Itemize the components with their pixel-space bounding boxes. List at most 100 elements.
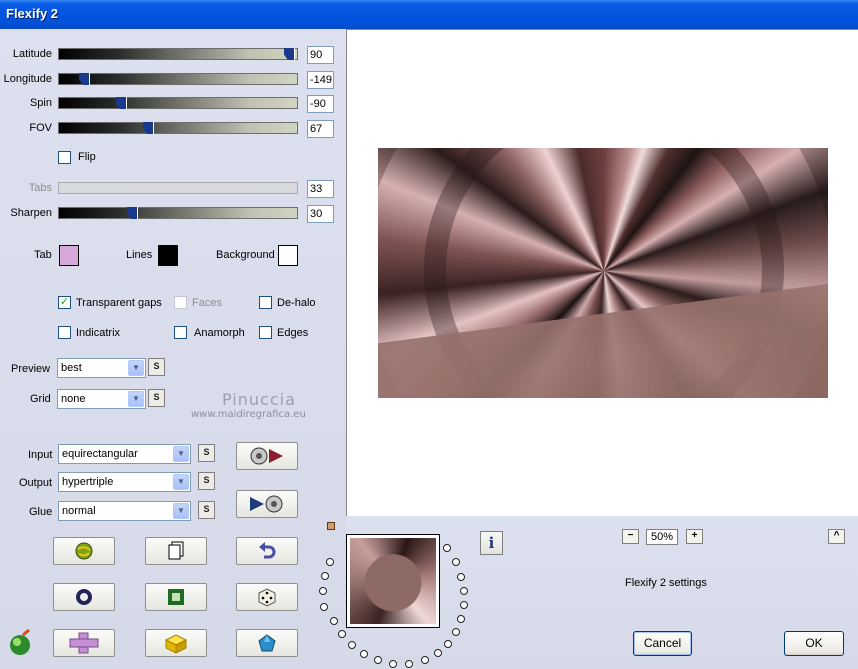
- glue-select-value: normal: [62, 505, 96, 517]
- scroll-up-button[interactable]: ^: [828, 529, 845, 544]
- chevron-down-icon[interactable]: ▼: [128, 391, 144, 407]
- input-convert-button[interactable]: [236, 442, 298, 470]
- latitude-label: Latitude: [12, 48, 52, 60]
- tabs-slider[interactable]: [58, 182, 298, 194]
- longitude-slider[interactable]: [58, 73, 298, 85]
- logo-icon: [10, 628, 30, 655]
- fov-label: FOV: [29, 122, 52, 134]
- copy-button[interactable]: [145, 537, 207, 565]
- fov-slider[interactable]: [58, 122, 298, 134]
- fov-value[interactable]: 67: [307, 120, 334, 138]
- window-title: Flexify 2: [6, 6, 59, 21]
- input-select-value: equirectangular: [62, 448, 138, 460]
- de-halo-checkbox[interactable]: [259, 296, 272, 309]
- flip-checkbox[interactable]: [58, 151, 71, 164]
- tabs-label: Tabs: [28, 182, 52, 194]
- cube-button[interactable]: [145, 629, 207, 657]
- title-bar: Flexify 2: [0, 0, 858, 29]
- spin-value[interactable]: -90: [307, 95, 334, 113]
- lines-color-label: Lines: [126, 249, 153, 261]
- anamorph-checkbox[interactable]: [174, 326, 187, 339]
- cross-icon: [69, 632, 99, 654]
- chevron-down-icon[interactable]: ▼: [173, 446, 189, 462]
- tab-color-label: Tab: [34, 249, 52, 261]
- input-s-button[interactable]: S: [198, 444, 215, 462]
- preview-select-value: best: [61, 362, 82, 374]
- chevron-down-icon[interactable]: ▼: [173, 503, 189, 519]
- tab-color-swatch[interactable]: [59, 245, 79, 266]
- output-s-button[interactable]: S: [198, 472, 215, 490]
- indicatrix-label: Indicatrix: [76, 327, 121, 339]
- dice-button[interactable]: [236, 583, 298, 611]
- spin-slider[interactable]: [58, 97, 298, 109]
- background-color-swatch[interactable]: [278, 245, 298, 266]
- watermark-name: Pinuccia: [222, 390, 296, 409]
- zoom-out-button[interactable]: −: [622, 529, 639, 544]
- longitude-value[interactable]: -149: [307, 71, 334, 89]
- output-convert-button[interactable]: [236, 490, 298, 518]
- transparent-gaps-label: Transparent gaps: [76, 297, 162, 309]
- sharpen-slider[interactable]: [58, 207, 298, 219]
- chevron-down-icon[interactable]: ▼: [173, 474, 189, 490]
- flip-label: Flip: [78, 151, 96, 163]
- longitude-thumb[interactable]: [79, 73, 90, 85]
- grid-label: Grid: [30, 393, 51, 405]
- faces-label: Faces: [192, 297, 222, 309]
- latitude-thumb[interactable]: [284, 48, 295, 60]
- zoom-in-button[interactable]: +: [686, 529, 703, 544]
- indicatrix-checkbox[interactable]: [58, 326, 71, 339]
- background-color-label: Background: [216, 249, 275, 261]
- frame-button[interactable]: [145, 583, 207, 611]
- grid-select-value: none: [61, 393, 86, 405]
- fov-thumb[interactable]: [143, 122, 154, 134]
- undo-button[interactable]: [236, 537, 298, 565]
- info-button[interactable]: i: [480, 531, 503, 555]
- zoom-level: 50%: [646, 529, 678, 545]
- glue-s-button[interactable]: S: [198, 501, 215, 519]
- arrow-to-disc-icon: [250, 495, 283, 513]
- sharpen-value[interactable]: 30: [307, 205, 334, 223]
- latitude-value[interactable]: 90: [307, 46, 334, 64]
- lines-color-swatch[interactable]: [158, 245, 178, 266]
- cancel-button[interactable]: Cancel: [633, 631, 692, 656]
- glue-select[interactable]: normal ▼: [58, 501, 191, 521]
- ok-button[interactable]: OK: [784, 631, 844, 656]
- grid-s-button[interactable]: S: [148, 389, 165, 407]
- preview-s-button[interactable]: S: [148, 358, 165, 376]
- globe-button[interactable]: [53, 537, 115, 565]
- copy-icon: [168, 541, 184, 560]
- sharpen-label: Sharpen: [10, 207, 52, 219]
- globe-icon: [75, 542, 93, 560]
- transparent-gaps-checkbox[interactable]: ✓: [58, 296, 71, 309]
- preview-select[interactable]: best ▼: [57, 358, 146, 378]
- flexify-logo: [7, 628, 35, 657]
- de-halo-label: De-halo: [277, 297, 316, 309]
- output-select[interactable]: hypertriple ▼: [58, 472, 191, 492]
- frame-icon: [168, 589, 184, 605]
- output-label: Output: [19, 477, 53, 489]
- latitude-slider[interactable]: [58, 48, 298, 60]
- anamorph-label: Anamorph: [194, 327, 245, 339]
- ring-button[interactable]: [53, 583, 115, 611]
- watermark-site: www.maidiregrafica.eu: [191, 409, 306, 420]
- rotation-ring[interactable]: [310, 530, 480, 669]
- undo-icon: [259, 542, 276, 559]
- grid-select[interactable]: none ▼: [57, 389, 146, 409]
- input-select[interactable]: equirectangular ▼: [58, 444, 191, 464]
- chevron-down-icon[interactable]: ▼: [128, 360, 144, 376]
- spin-thumb[interactable]: [116, 97, 127, 109]
- navigator-handle[interactable]: [327, 522, 335, 530]
- gem-button[interactable]: [236, 629, 298, 657]
- ring-icon: [76, 589, 92, 605]
- faces-checkbox[interactable]: [174, 296, 187, 309]
- edges-checkbox[interactable]: [259, 326, 272, 339]
- cube-icon: [164, 634, 188, 654]
- spin-label: Spin: [29, 97, 52, 109]
- edges-label: Edges: [277, 327, 309, 339]
- input-label: Input: [28, 449, 53, 461]
- sharpen-thumb[interactable]: [127, 207, 138, 219]
- output-select-value: hypertriple: [62, 476, 114, 488]
- preview-label: Preview: [11, 363, 51, 375]
- tabs-value[interactable]: 33: [307, 180, 334, 198]
- cross-button[interactable]: [53, 629, 115, 657]
